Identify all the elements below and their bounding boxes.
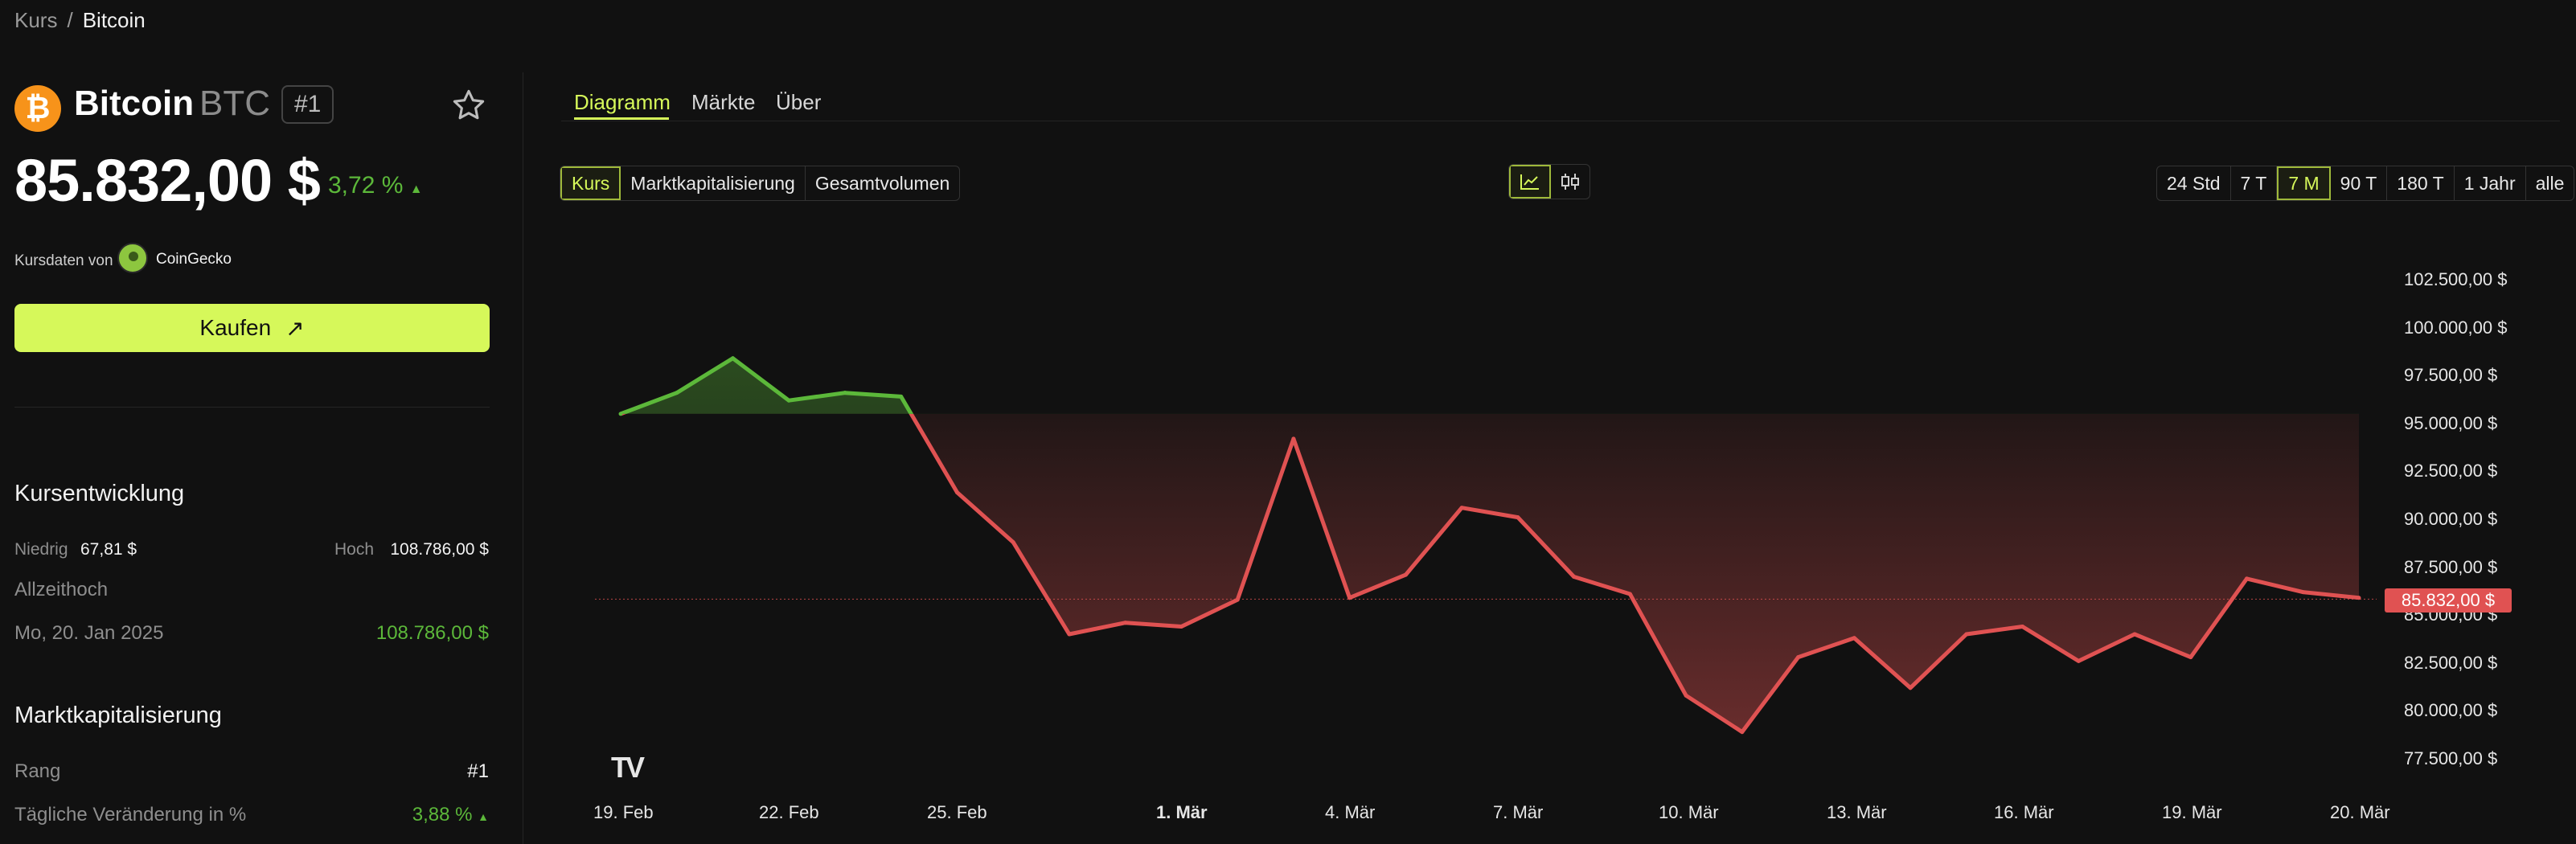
data-point — [618, 412, 623, 416]
data-point — [1291, 436, 1296, 441]
x-tick-label: 16. Mär — [1994, 802, 2054, 822]
y-tick-label: 95.000,00 $ — [2404, 412, 2498, 433]
data-point — [675, 391, 679, 395]
data-point — [1684, 693, 1688, 698]
x-tick-label: 4. Mär — [1325, 802, 1376, 822]
current-price-tag: 85.832,00 $ — [2385, 588, 2512, 613]
data-point — [1403, 572, 1408, 577]
data-point — [2357, 596, 2361, 600]
data-point — [1011, 540, 1015, 545]
x-tick-label: 19. Feb — [593, 802, 654, 822]
data-point — [1627, 592, 1632, 596]
y-tick-label: 82.500,00 $ — [2404, 652, 2498, 673]
data-point — [1572, 575, 1577, 580]
data-point — [1123, 621, 1128, 625]
data-point — [1908, 686, 1913, 690]
area-below-baseline — [621, 413, 2359, 732]
data-point — [2132, 632, 2137, 637]
data-point — [730, 356, 735, 361]
data-point — [1235, 597, 1240, 602]
x-tick-label: 1. Mär — [1156, 802, 1208, 822]
x-tick-label: 25. Feb — [927, 802, 987, 822]
y-tick-label: 77.500,00 $ — [2404, 748, 2498, 768]
data-point — [1796, 655, 1801, 660]
y-tick-label: 80.000,00 $ — [2404, 700, 2498, 721]
data-point — [2300, 590, 2305, 595]
x-tick-label: 10. Mär — [1659, 802, 1719, 822]
x-tick-label: 19. Mär — [2162, 802, 2222, 822]
price-chart[interactable] — [0, 0, 2576, 844]
data-point — [899, 394, 904, 399]
data-point — [1740, 730, 1745, 735]
y-tick-label: 102.500,00 $ — [2404, 269, 2508, 289]
x-tick-label: 7. Mär — [1493, 802, 1544, 822]
y-tick-label: 97.500,00 $ — [2404, 365, 2498, 386]
data-point — [954, 490, 959, 495]
data-point — [1459, 506, 1464, 510]
y-tick-label: 87.500,00 $ — [2404, 556, 2498, 577]
y-tick-label: 90.000,00 $ — [2404, 509, 2498, 529]
data-point — [1347, 596, 1352, 600]
data-point — [1964, 632, 1969, 637]
x-tick-label: 13. Mär — [1827, 802, 1887, 822]
x-tick-label: 22. Feb — [759, 802, 819, 822]
y-tick-label: 92.500,00 $ — [2404, 461, 2498, 481]
data-point — [2188, 655, 2193, 660]
data-point — [1852, 636, 1856, 641]
data-point — [1067, 632, 1072, 637]
data-point — [2245, 576, 2250, 581]
data-point — [2076, 658, 2081, 663]
y-tick-label: 100.000,00 $ — [2404, 317, 2508, 338]
tradingview-logo-icon[interactable]: TV — [611, 751, 645, 785]
data-point — [786, 398, 791, 403]
data-point — [843, 391, 847, 395]
x-tick-label: 20. Mär — [2330, 802, 2390, 822]
data-point — [2020, 625, 2025, 629]
data-point — [1179, 625, 1183, 629]
data-point — [1516, 515, 1520, 520]
